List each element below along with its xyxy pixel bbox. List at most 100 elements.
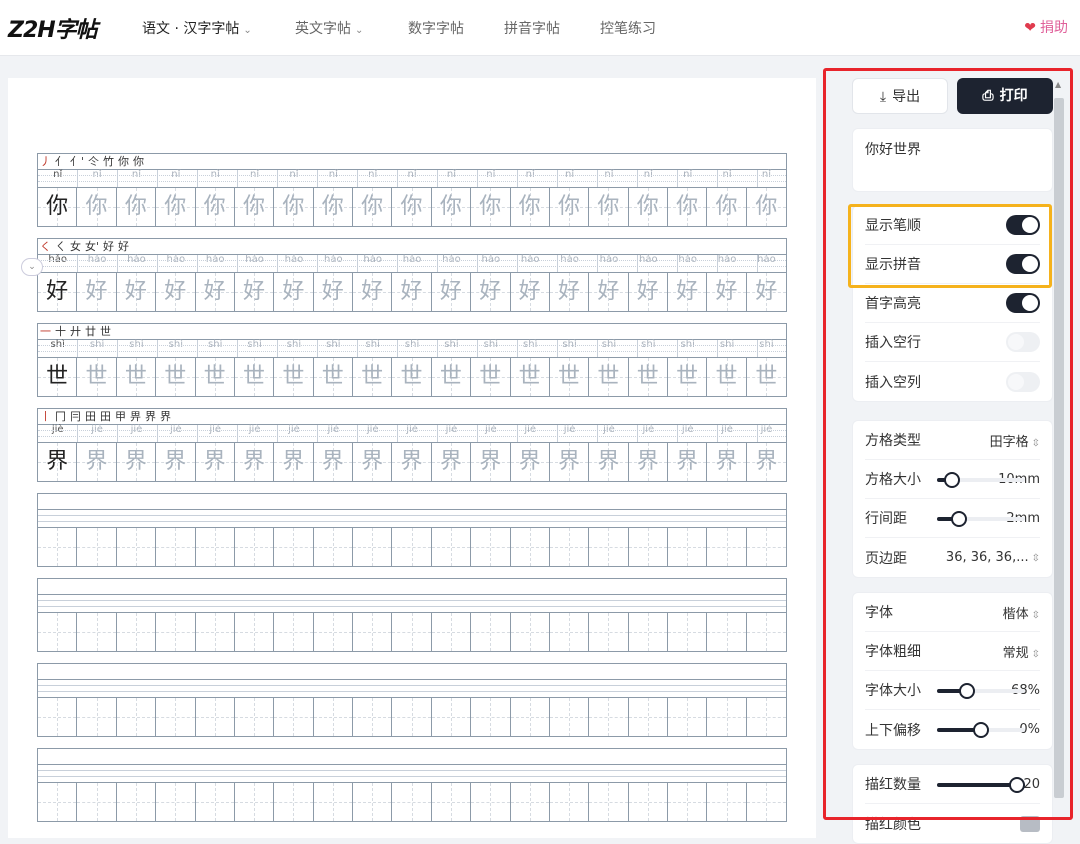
character-glyph: 界 <box>124 449 147 474</box>
pinyin-cell: nǐ <box>643 169 653 180</box>
pinyin-cell: nǐ <box>53 169 63 180</box>
empty-cell <box>353 528 393 566</box>
pinyin-cell: shì <box>326 339 341 350</box>
character-glyph: 界 <box>636 449 659 474</box>
empty-cell <box>628 783 668 821</box>
empty-cell <box>628 528 668 566</box>
empty-cell <box>195 698 235 736</box>
pinyin-cell: hǎo <box>205 254 225 265</box>
pinyin-cell: shì <box>523 339 538 350</box>
pinyin-cell: jiè <box>130 424 143 435</box>
character-glyph: 好 <box>243 279 266 304</box>
empty-practice-block <box>37 493 787 567</box>
stroke-step: 丨 <box>40 410 51 423</box>
empty-cell <box>510 613 550 651</box>
character-glyph: 世 <box>85 364 108 389</box>
stroke-step: 界 <box>160 410 171 423</box>
empty-cell <box>234 698 275 736</box>
pinyin-cell: shì <box>50 339 65 350</box>
character-cell: 界 <box>549 443 590 481</box>
stroke-step: 好 <box>118 240 130 253</box>
character-cell: 世 <box>77 358 117 396</box>
pinyin-cell: jiè <box>681 424 694 435</box>
heart-icon: ❤ <box>1024 20 1036 36</box>
empty-cell <box>707 528 747 566</box>
character-glyph: 好 <box>46 279 69 304</box>
pinyin-cell: hǎo <box>481 254 501 265</box>
character-glyph: 界 <box>597 449 620 474</box>
stroke-step: 亻' <box>70 155 85 168</box>
stroke-step: く <box>40 240 51 253</box>
pinyin-cell: shì <box>562 339 577 350</box>
stroke-step: 世 <box>100 325 111 338</box>
empty-cell <box>668 613 708 651</box>
nav-pen-control[interactable]: 控笔练习 <box>600 18 656 38</box>
character-glyph: 好 <box>676 279 699 304</box>
character-glyph: 好 <box>282 279 305 304</box>
empty-cell <box>549 783 590 821</box>
pinyin-cell: shì <box>759 339 774 350</box>
character-glyph: 你 <box>164 194 187 219</box>
character-cell: 世 <box>707 358 747 396</box>
character-glyph: 你 <box>479 194 502 219</box>
character-cell: 世 <box>628 358 668 396</box>
stroke-step: 界 <box>145 410 156 423</box>
nav-numbers[interactable]: 数字字帖 <box>408 18 464 38</box>
character-glyph: 好 <box>85 279 108 304</box>
empty-cell <box>707 698 747 736</box>
character-cell: 你 <box>274 188 314 226</box>
empty-cell <box>549 698 590 736</box>
empty-cell <box>313 783 353 821</box>
pinyin-cell: jiè <box>524 424 537 435</box>
empty-cell <box>313 698 353 736</box>
empty-cell <box>77 613 117 651</box>
pinyin-cell: hǎo <box>639 254 658 265</box>
empty-cell <box>195 783 235 821</box>
chevron-down-icon: ⌄ <box>243 25 252 36</box>
chevron-down-icon: ⌄ <box>28 262 36 272</box>
empty-cell <box>589 613 629 651</box>
stroke-step: 女 <box>70 240 81 253</box>
empty-cell <box>746 613 787 651</box>
character-glyph: 好 <box>636 279 659 304</box>
character-glyph: 世 <box>439 364 462 389</box>
empty-cell <box>38 698 78 736</box>
pinyin-cell: shì <box>680 339 695 350</box>
collapse-toggle[interactable]: ⌄ <box>21 258 43 276</box>
character-grid-row: 你你你你你你你你你你你你你你你你你你你 <box>38 188 787 226</box>
empty-cell <box>510 528 550 566</box>
nav-label: 语文 · 汉字字帖 <box>142 21 240 37</box>
character-cell: 界 <box>77 443 117 481</box>
pinyin-cell: jiè <box>209 424 222 435</box>
empty-cell <box>313 613 353 651</box>
character-cell: 界 <box>156 443 196 481</box>
empty-cell <box>156 528 196 566</box>
pinyin-cell: jiè <box>760 424 773 435</box>
character-cell: 界 <box>471 443 511 481</box>
pinyin-cell: jiè <box>288 424 300 435</box>
donate-link[interactable]: ❤ 捐助 <box>1024 17 1068 37</box>
pinyin-cell: hǎo <box>363 254 382 265</box>
site-logo[interactable]: Z2H字帖 <box>8 12 98 44</box>
pinyin-row: shì shì shì shì shì shì shì shì shì shì shì shì shì s… <box>38 340 786 358</box>
character-cell: 世 <box>353 358 393 396</box>
empty-cell <box>589 783 629 821</box>
character-cell: 你 <box>234 188 275 226</box>
pinyin-cell: shì <box>719 339 735 350</box>
red-highlight-box <box>823 68 1073 820</box>
empty-cell <box>471 698 511 736</box>
character-cell: 好 <box>589 273 629 311</box>
nav-english[interactable]: 英文字帖 ⌄ <box>295 18 363 38</box>
character-glyph: 好 <box>124 279 147 304</box>
stroke-step: 亻 <box>55 155 66 168</box>
pinyin-cell: hǎo <box>560 254 579 265</box>
empty-cell <box>392 783 432 821</box>
nav-chinese-characters[interactable]: 语文 · 汉字字帖 ⌄ <box>142 18 252 38</box>
character-cell: 界 <box>668 443 708 481</box>
character-cell: 好 <box>274 273 314 311</box>
nav-pinyin[interactable]: 拼音字帖 <box>504 18 560 38</box>
character-cell: 世 <box>234 358 275 396</box>
character-block: 丿亻亻' 仒竹你你 nǐ nǐ nǐ nǐ nǐ nǐ nǐ nǐ nǐ nǐ nǐ nǐ nǐ nǐ nǐ nǐ… <box>37 153 787 227</box>
nav-label: 拼音字帖 <box>504 21 560 37</box>
pinyin-row: hǎo hǎo hǎo hǎo hǎo hǎo hǎo hǎo hǎo hǎo hǎo hǎo hǎo h… <box>38 255 786 273</box>
